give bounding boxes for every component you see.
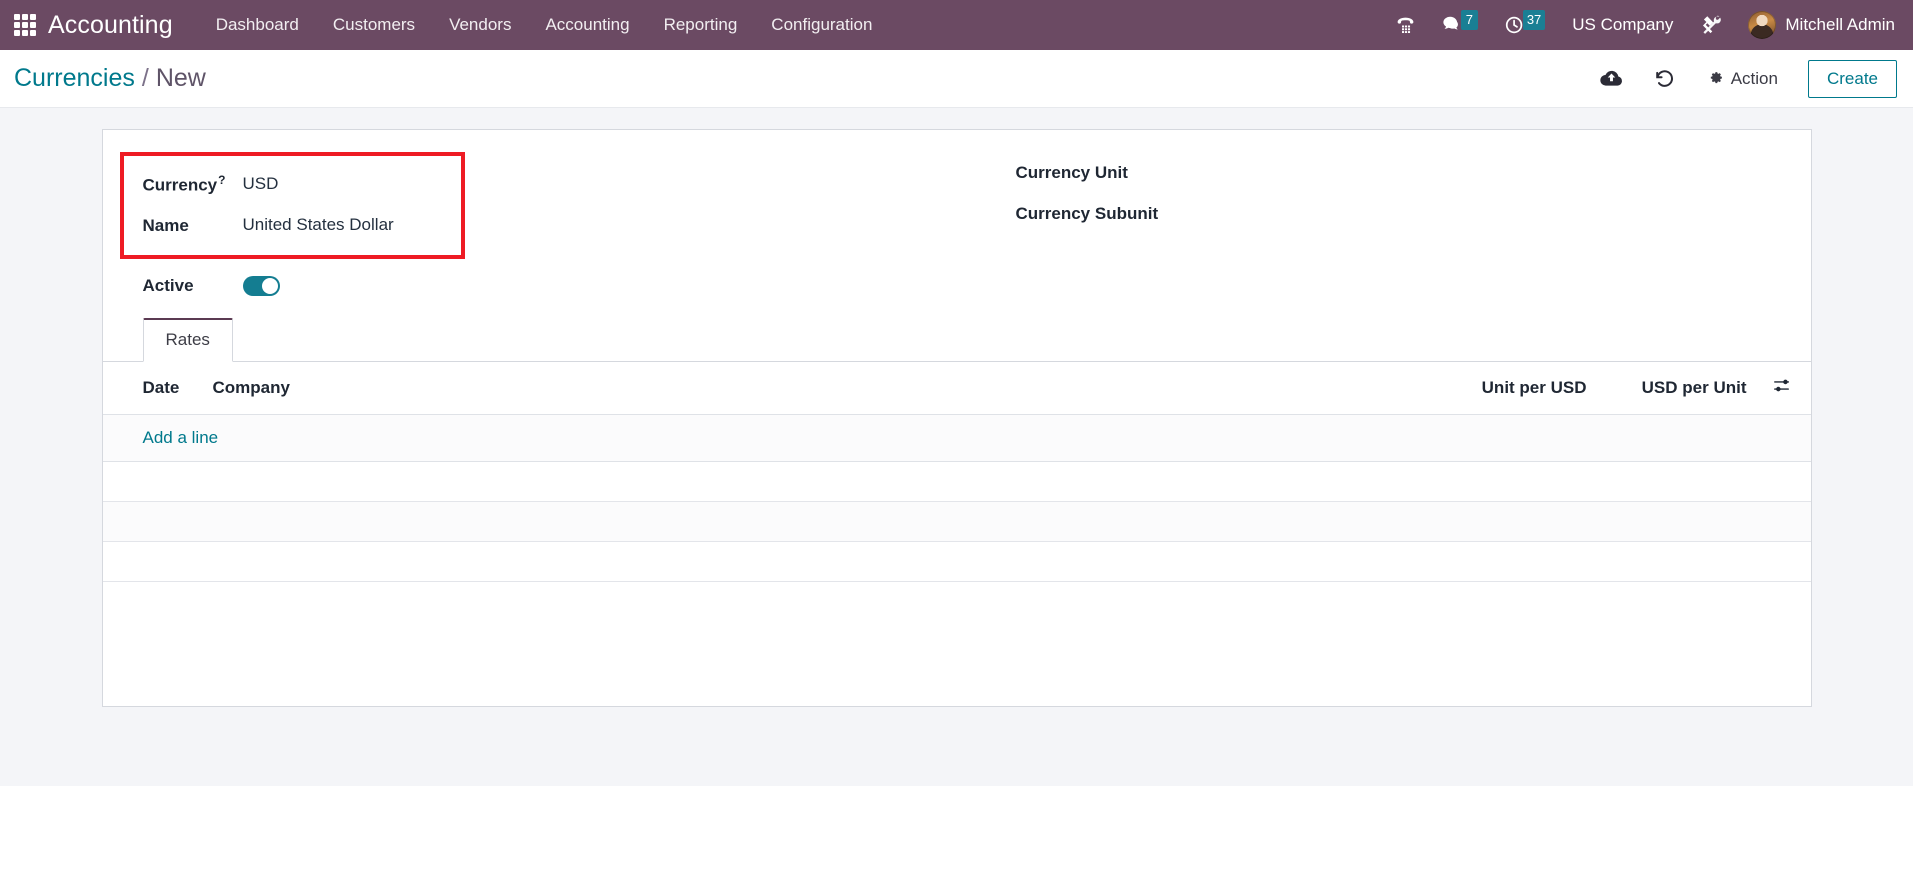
company-switcher[interactable]: US Company — [1558, 9, 1687, 41]
currency-subunit-input[interactable] — [1246, 203, 1769, 224]
user-menu[interactable]: Mitchell Admin — [1736, 7, 1899, 43]
rates-table: Date Company Unit per USD USD per Unit A… — [102, 362, 1811, 654]
menu-item-reporting[interactable]: Reporting — [647, 0, 755, 50]
tab-rates[interactable]: Rates — [142, 318, 233, 362]
phone-dialpad-icon[interactable] — [1382, 9, 1429, 42]
active-toggle[interactable] — [242, 275, 280, 296]
breadcrumb-separator: / — [141, 64, 149, 92]
main-menu: Dashboard Customers Vendors Accounting R… — [199, 0, 890, 50]
top-navbar: Accounting Dashboard Customers Vendors A… — [0, 0, 1913, 50]
currency-unit-field-label: Currency Unit — [1015, 162, 1128, 182]
field-row-currency-subunit: Currency Subunit — [1016, 193, 1769, 234]
notebook: Rates Date Company Unit per USD USD per … — [102, 318, 1811, 654]
optional-columns-header — [1754, 362, 1811, 415]
gear-icon — [1710, 72, 1722, 84]
form-columns: Currency? USD Name United States Dollar … — [103, 152, 1811, 259]
currency-input[interactable]: USD — [243, 174, 461, 195]
annotation-highlight-box: Currency? USD Name United States Dollar — [119, 152, 465, 259]
menu-item-customers[interactable]: Customers — [316, 0, 432, 50]
field-row-name: Name United States Dollar — [143, 205, 461, 246]
apps-grid-icon[interactable] — [14, 14, 36, 36]
menu-item-dashboard[interactable]: Dashboard — [199, 0, 316, 50]
table-filler-row — [102, 581, 1811, 654]
column-header-company[interactable]: Company — [212, 362, 513, 415]
cloud-upload-icon — [1600, 70, 1622, 86]
column-header-date[interactable]: Date — [102, 362, 213, 415]
name-input[interactable]: United States Dollar — [243, 215, 461, 236]
notebook-tabs: Rates — [102, 318, 1811, 362]
currency-unit-input[interactable] — [1246, 162, 1769, 183]
discard-changes-button[interactable] — [1638, 58, 1691, 99]
currency-subunit-field-label: Currency Subunit — [1015, 203, 1159, 223]
control-panel-actions: Action Create — [1585, 58, 1897, 99]
action-menu-label: Action — [1730, 68, 1778, 88]
rates-table-body: Add a line — [102, 414, 1811, 654]
systray: 7 37 US Company Mitchell Admin — [1382, 7, 1899, 43]
column-header-spacer — [512, 362, 1420, 415]
breadcrumb-item-new: New — [155, 64, 206, 92]
name-field-label: Name — [142, 215, 189, 235]
save-record-button[interactable] — [1585, 58, 1638, 99]
table-filler-row — [102, 541, 1811, 582]
avatar — [1748, 11, 1777, 39]
menu-item-configuration[interactable]: Configuration — [754, 0, 889, 50]
messages-counter[interactable]: 7 — [1429, 8, 1491, 42]
undo-arrow-icon — [1655, 70, 1673, 87]
field-row-currency: Currency? USD — [143, 164, 461, 205]
field-row-currency-unit: Currency Unit — [1016, 152, 1769, 193]
add-a-line-row[interactable]: Add a line — [102, 414, 1811, 462]
column-header-unit-per-usd[interactable]: Unit per USD — [1419, 362, 1595, 415]
menu-item-accounting[interactable]: Accounting — [528, 0, 646, 50]
menu-item-vendors[interactable]: Vendors — [432, 0, 528, 50]
control-panel: Currencies / New Action Create — [0, 50, 1913, 108]
table-filler-row — [102, 501, 1811, 542]
activities-counter[interactable]: 37 — [1491, 8, 1558, 42]
add-a-line-link[interactable]: Add a line — [143, 428, 219, 447]
table-filler-row — [102, 461, 1811, 502]
activities-badge-count: 37 — [1522, 10, 1546, 30]
rates-header-row: Date Company Unit per USD USD per Unit — [102, 362, 1811, 415]
currency-field-label: Currency? — [143, 173, 243, 196]
messages-badge-count: 7 — [1460, 10, 1478, 30]
add-a-line-cell: Add a line — [102, 414, 1811, 462]
currency-label-text: Currency — [142, 175, 218, 195]
form-column-left: Currency? USD Name United States Dollar — [119, 152, 956, 259]
column-header-usd-per-unit[interactable]: USD per Unit — [1594, 362, 1755, 415]
tools-wrench-screwdriver-icon[interactable] — [1687, 8, 1736, 43]
create-button[interactable]: Create — [1807, 59, 1897, 98]
active-field-label: Active — [142, 275, 194, 295]
app-brand-accounting[interactable]: Accounting — [48, 11, 173, 40]
breadcrumb-item-currencies[interactable]: Currencies — [14, 64, 135, 93]
rates-table-head: Date Company Unit per USD USD per Unit — [102, 362, 1811, 415]
username-label: Mitchell Admin — [1785, 15, 1895, 34]
breadcrumb: Currencies / New — [14, 64, 206, 93]
page-body: Currency? USD Name United States Dollar … — [0, 108, 1913, 786]
action-menu-button[interactable]: Action — [1691, 61, 1794, 97]
form-sheet: Currency? USD Name United States Dollar … — [101, 129, 1812, 707]
sliders-toggle-icon[interactable] — [1772, 376, 1791, 400]
form-column-right: Currency Unit Currency Subunit — [956, 152, 1769, 259]
currency-tooltip-icon[interactable]: ? — [218, 173, 225, 187]
field-row-active: Active — [103, 259, 1811, 303]
